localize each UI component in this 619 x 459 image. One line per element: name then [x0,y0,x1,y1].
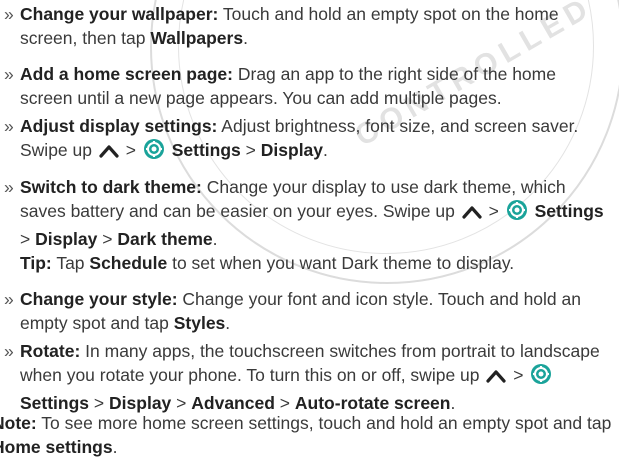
item-title: Change your style: [20,289,178,309]
bullet: » [4,341,14,361]
path-display: Display [35,229,98,249]
tip-line: Tip: Tap Schedule to set when you want D… [20,253,515,273]
settings-gear-icon [506,199,528,227]
path-settings: Settings [171,140,241,160]
list-item-style: » Change your style: Change your font an… [4,289,581,333]
note-paragraph: Note: To see more home screen settings, … [0,411,612,459]
chevron-up-icon [99,140,119,164]
note-bold: Home settings [0,437,113,457]
path-settings: Settings [20,393,90,413]
path-dark-theme: Dark theme [117,229,213,249]
item-title: Switch to dark theme: [20,177,202,197]
item-title: Rotate: [20,341,81,361]
settings-gear-icon [530,363,552,391]
bullet: » [4,177,14,197]
item-title: Change your wallpaper: [20,4,219,24]
list-item-display-settings: » Adjust display settings: Adjust bright… [4,114,608,166]
bullet: » [4,116,14,136]
tip-bold: Schedule [89,253,168,273]
item-title: Adjust display settings: [20,116,218,136]
bullet: » [4,64,14,84]
path-advanced: Advanced [191,393,275,413]
path-display: Display [260,140,324,160]
item-bold-end: Wallpapers [150,28,244,48]
path-auto-rotate: Auto-rotate screen [294,393,451,413]
list-item-rotate: » Rotate: In many apps, the touchscreen … [4,341,600,413]
path-display: Display [109,393,172,413]
chevron-up-icon [486,365,506,389]
item-bold-end: Styles [173,313,226,333]
note-label: Note: [0,413,37,433]
list-item-dark-theme: » Switch to dark theme: Change your disp… [4,177,604,249]
path-settings: Settings [534,201,604,221]
tip-label: Tip: [20,253,52,273]
chevron-up-icon [462,201,482,225]
item-title: Add a home screen page: [20,64,233,84]
list-item-wallpaper: » Change your wallpaper: Touch and hold … [4,4,559,48]
settings-gear-icon [143,138,165,166]
bullet: » [4,4,14,24]
bullet: » [4,289,14,309]
list-item-home-page: » Add a home screen page: Drag an app to… [4,62,608,110]
